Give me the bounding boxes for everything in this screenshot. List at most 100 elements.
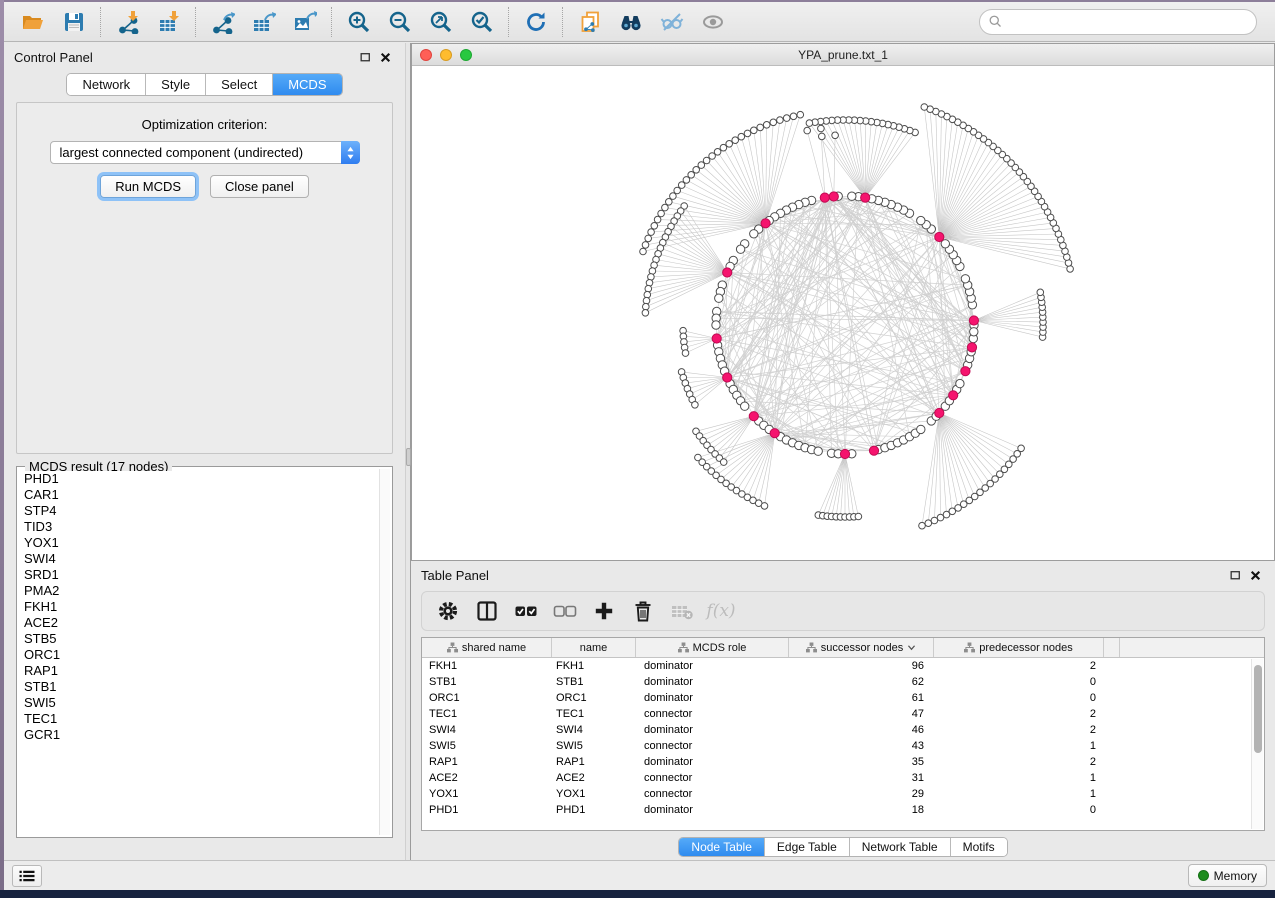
mcds-result-item[interactable]: STB1 bbox=[19, 679, 378, 695]
table-row[interactable]: FKH1FKH1dominator962 bbox=[422, 658, 1264, 674]
table-row[interactable]: TEC1TEC1connector472 bbox=[422, 706, 1264, 722]
graph-hub-node[interactable] bbox=[723, 373, 732, 382]
table-row[interactable]: ACE2ACE2connector311 bbox=[422, 770, 1264, 786]
mcds-result-item[interactable]: YOX1 bbox=[19, 535, 378, 551]
column-header-MCDS-role[interactable]: MCDS role bbox=[636, 638, 789, 657]
mcds-result-item[interactable]: ORC1 bbox=[19, 647, 378, 663]
tab-node-table[interactable]: Node Table bbox=[679, 838, 765, 856]
mcds-result-item[interactable]: CAR1 bbox=[19, 487, 378, 503]
memory-button[interactable]: Memory bbox=[1188, 864, 1267, 887]
control-panel-title: Control Panel bbox=[14, 50, 93, 65]
close-panel-button[interactable]: Close panel bbox=[210, 175, 309, 198]
result-list-scrollbar[interactable] bbox=[379, 469, 390, 835]
panel-list-button[interactable] bbox=[12, 865, 42, 887]
zoom-selected-icon[interactable] bbox=[461, 5, 502, 39]
table-row[interactable]: YOX1YOX1connector291 bbox=[422, 786, 1264, 802]
float-panel-icon[interactable] bbox=[355, 47, 375, 67]
graph-hub-node[interactable] bbox=[712, 334, 721, 343]
table-scrollbar-thumb[interactable] bbox=[1254, 665, 1262, 753]
tab-select[interactable]: Select bbox=[206, 74, 273, 95]
add-icon[interactable] bbox=[592, 599, 616, 623]
graph-hub-node[interactable] bbox=[949, 391, 958, 400]
copy-network-icon[interactable] bbox=[569, 5, 610, 39]
refresh-icon[interactable] bbox=[515, 5, 556, 39]
tab-motifs[interactable]: Motifs bbox=[951, 838, 1007, 856]
mcds-result-item[interactable]: FKH1 bbox=[19, 599, 378, 615]
mcds-result-item[interactable]: TEC1 bbox=[19, 711, 378, 727]
save-icon[interactable] bbox=[53, 5, 94, 39]
mcds-result-item[interactable]: STB5 bbox=[19, 631, 378, 647]
tab-network-table[interactable]: Network Table bbox=[850, 838, 951, 856]
graph-hub-node[interactable] bbox=[761, 219, 770, 228]
graph-hub-node[interactable] bbox=[969, 316, 978, 325]
graph-hub-node[interactable] bbox=[935, 408, 944, 417]
close-table-panel-icon[interactable] bbox=[1245, 565, 1265, 585]
mcds-result-list[interactable]: PHD1CAR1STP4TID3YOX1SWI4SRD1PMA2FKH1ACE2… bbox=[19, 471, 378, 835]
columns-icon[interactable] bbox=[475, 599, 499, 623]
column-header-shared-name[interactable]: shared name bbox=[422, 638, 552, 657]
tab-edge-table[interactable]: Edge Table bbox=[765, 838, 850, 856]
graph-hub-node[interactable] bbox=[961, 367, 970, 376]
graph-hub-node[interactable] bbox=[967, 343, 976, 352]
graph-hub-node[interactable] bbox=[723, 268, 732, 277]
select-all-icon[interactable] bbox=[514, 599, 538, 623]
table-scrollbar[interactable] bbox=[1251, 659, 1263, 829]
graph-hub-node[interactable] bbox=[820, 193, 829, 202]
tab-mcds[interactable]: MCDS bbox=[273, 74, 341, 95]
first-neighbors-icon[interactable] bbox=[610, 5, 651, 39]
mcds-result-item[interactable]: SRD1 bbox=[19, 567, 378, 583]
mcds-result-item[interactable]: PMA2 bbox=[19, 583, 378, 599]
mcds-result-item[interactable]: STP4 bbox=[19, 503, 378, 519]
tab-network[interactable]: Network bbox=[67, 74, 146, 95]
column-header-predecessor-nodes[interactable]: predecessor nodes bbox=[934, 638, 1104, 657]
mcds-result-item[interactable]: PHD1 bbox=[19, 471, 378, 487]
mcds-result-item[interactable]: SWI5 bbox=[19, 695, 378, 711]
search-box[interactable] bbox=[979, 9, 1257, 35]
network-window-titlebar[interactable]: YPA_prune.txt_1 bbox=[412, 44, 1274, 66]
mcds-result-item[interactable]: TID3 bbox=[19, 519, 378, 535]
table-row[interactable]: RAP1RAP1dominator352 bbox=[422, 754, 1264, 770]
close-panel-icon[interactable] bbox=[375, 47, 395, 67]
hide-selected-icon[interactable] bbox=[651, 5, 692, 39]
mcds-result-item[interactable]: RAP1 bbox=[19, 663, 378, 679]
zoom-in-icon[interactable] bbox=[338, 5, 379, 39]
float-table-panel-icon[interactable] bbox=[1225, 565, 1245, 585]
delete-icon[interactable] bbox=[631, 599, 655, 623]
column-header-successor-nodes[interactable]: successor nodes bbox=[789, 638, 934, 657]
mcds-result-item[interactable]: ACE2 bbox=[19, 615, 378, 631]
run-mcds-button[interactable]: Run MCDS bbox=[100, 175, 196, 198]
mcds-result-item[interactable]: GCR1 bbox=[19, 727, 378, 743]
table-row[interactable]: PHD1PHD1dominator180 bbox=[422, 802, 1264, 818]
table-row[interactable]: ORC1ORC1dominator610 bbox=[422, 690, 1264, 706]
import-network-icon[interactable] bbox=[107, 5, 148, 39]
export-network-icon[interactable] bbox=[202, 5, 243, 39]
column-header-stub bbox=[1104, 638, 1120, 657]
column-header-name[interactable]: name bbox=[552, 638, 636, 657]
network-canvas[interactable] bbox=[412, 67, 1274, 560]
gear-icon[interactable] bbox=[436, 599, 460, 623]
import-table-icon[interactable] bbox=[148, 5, 189, 39]
graph-hub-node[interactable] bbox=[829, 192, 838, 201]
mcds-result-item[interactable]: SWI4 bbox=[19, 551, 378, 567]
graph-hub-node[interactable] bbox=[935, 232, 944, 241]
search-input[interactable] bbox=[1003, 15, 1248, 29]
table-row[interactable]: SWI4SWI4dominator462 bbox=[422, 722, 1264, 738]
tab-style[interactable]: Style bbox=[146, 74, 206, 95]
zoom-out-icon[interactable] bbox=[379, 5, 420, 39]
table-row[interactable]: SWI5SWI5connector431 bbox=[422, 738, 1264, 754]
export-table-icon[interactable] bbox=[243, 5, 284, 39]
show-all-icon[interactable] bbox=[692, 5, 733, 39]
graph-hub-node[interactable] bbox=[770, 429, 779, 438]
criterion-dropdown[interactable]: largest connected component (undirected) bbox=[50, 141, 360, 164]
deselect-all-icon[interactable] bbox=[553, 599, 577, 623]
table-row[interactable]: STB1STB1dominator620 bbox=[422, 674, 1264, 690]
graph-hub-node[interactable] bbox=[840, 449, 849, 458]
open-icon[interactable] bbox=[12, 5, 53, 39]
function-icon: f(x) bbox=[709, 599, 733, 623]
export-image-icon[interactable] bbox=[284, 5, 325, 39]
toolbar-separator bbox=[195, 7, 196, 37]
graph-hub-node[interactable] bbox=[749, 412, 758, 421]
zoom-fit-icon[interactable] bbox=[420, 5, 461, 39]
graph-hub-node[interactable] bbox=[869, 446, 878, 455]
graph-hub-node[interactable] bbox=[861, 193, 870, 202]
